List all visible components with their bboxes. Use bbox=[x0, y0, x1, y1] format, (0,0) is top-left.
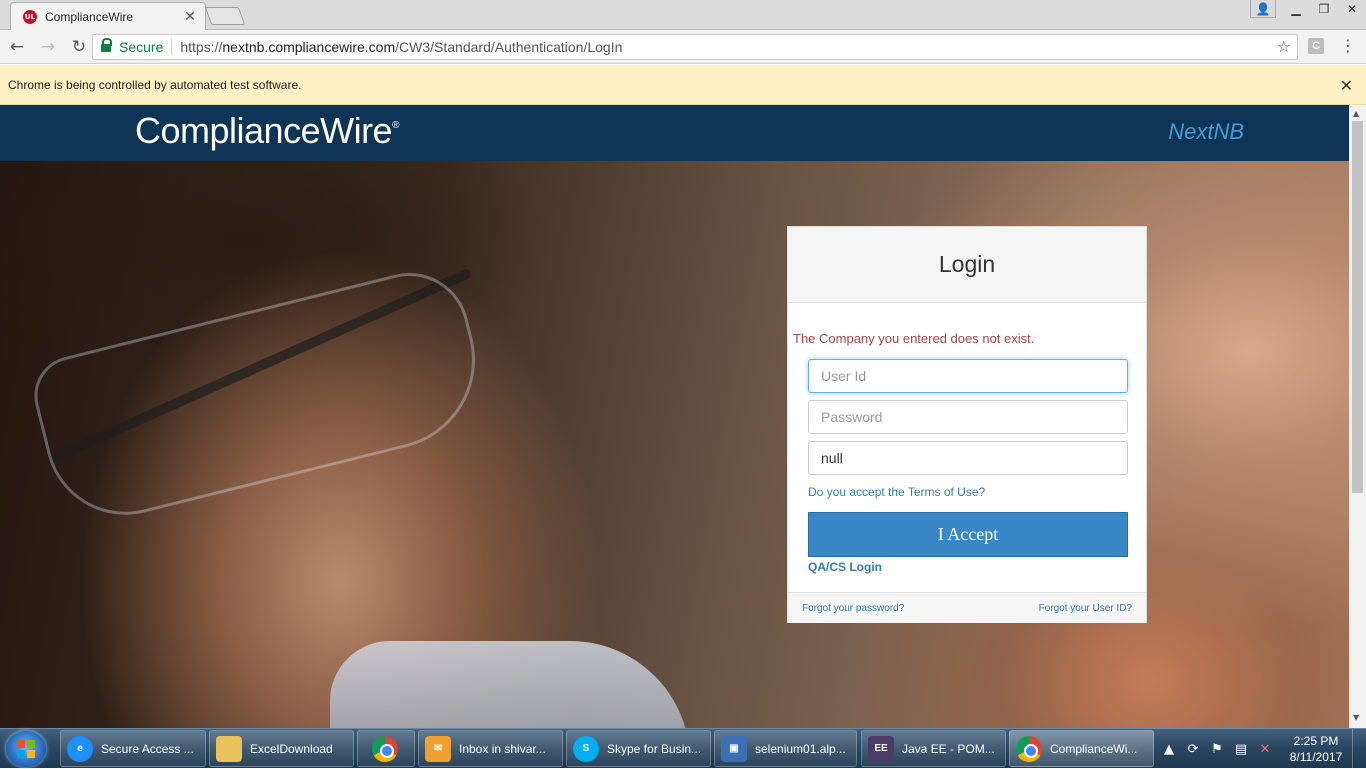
login-card-footer: Forgot your password? Forgot your User I… bbox=[788, 592, 1146, 623]
lock-icon bbox=[101, 37, 112, 53]
taskbar-clock[interactable]: 2:25 PM 8/11/2017 bbox=[1284, 733, 1348, 765]
taskbar-item-folder[interactable]: ExcelDownload bbox=[209, 730, 354, 767]
minimize-icon[interactable]: ▁ bbox=[1282, 0, 1310, 18]
forward-icon[interactable]: → bbox=[34, 33, 62, 61]
taskbar-item-label: Java EE - POM... bbox=[902, 741, 995, 756]
infobar-text: Chrome is being controlled by automated … bbox=[8, 77, 302, 92]
taskbar-item-ie[interactable]: e Secure Access ... bbox=[60, 730, 206, 767]
tab-title: ComplianceWire bbox=[45, 9, 134, 24]
show-hidden-icons-icon[interactable]: ▲ bbox=[1160, 742, 1178, 757]
infobar-close-icon[interactable]: ✕ bbox=[1340, 76, 1353, 95]
password-input[interactable] bbox=[808, 400, 1128, 434]
lab-shirt bbox=[330, 641, 690, 728]
safety-glasses bbox=[25, 260, 495, 532]
accept-button[interactable]: I Accept bbox=[808, 512, 1128, 557]
page-viewport: ComplianceWire® NextNB Login The Company… bbox=[0, 105, 1349, 728]
taskbar-item-label: ExcelDownload bbox=[250, 741, 333, 756]
taskbar-item-label: ComplianceWi... bbox=[1050, 741, 1138, 756]
window-controls: 👤 ▁ ❐ ✕ bbox=[1250, 0, 1366, 20]
login-card-header: Login bbox=[788, 227, 1146, 303]
volume-muted-icon[interactable]: ✕ bbox=[1256, 742, 1274, 757]
restore-icon[interactable]: ❐ bbox=[1310, 0, 1338, 18]
clock-time: 2:25 PM bbox=[1293, 734, 1339, 748]
bookmark-star-icon[interactable]: ☆ bbox=[1277, 37, 1291, 56]
scroll-up-icon[interactable]: ▲ bbox=[1353, 109, 1359, 118]
start-button[interactable] bbox=[6, 731, 46, 767]
qa-cs-login-link[interactable]: QA/CS Login bbox=[808, 560, 882, 574]
folder-icon bbox=[216, 735, 242, 762]
skype-icon: S bbox=[573, 735, 599, 762]
chrome-icon bbox=[1016, 735, 1042, 762]
taskbar-item-label: Skype for Busin... bbox=[607, 741, 702, 756]
profile-icon[interactable]: 👤 bbox=[1250, 0, 1276, 18]
scroll-down-icon[interactable]: ▼ bbox=[1353, 713, 1359, 722]
back-icon[interactable]: ← bbox=[3, 33, 31, 61]
url-divider bbox=[171, 39, 173, 55]
system-tray: ▲ ⟳ ⚑ ▤ ✕ bbox=[1160, 729, 1274, 769]
network-sync-icon[interactable]: ⟳ bbox=[1184, 742, 1202, 757]
taskbar-item-label: Inbox in shivar... bbox=[459, 741, 546, 756]
url-text: https://nextnb.compliancewire.com/CW3/St… bbox=[180, 39, 622, 55]
browser-tab[interactable]: UL ComplianceWire ✕ bbox=[10, 2, 206, 30]
forgot-user-id-link[interactable]: Forgot your User ID? bbox=[1039, 603, 1132, 614]
login-card: Login The Company you entered does not e… bbox=[787, 226, 1147, 623]
browser-menu-icon[interactable]: ⋮ bbox=[1340, 36, 1356, 55]
windows-logo-icon bbox=[17, 740, 35, 758]
secure-label: Secure bbox=[119, 39, 164, 55]
terms-of-use-link[interactable]: Do you accept the Terms of Use? bbox=[808, 485, 985, 499]
taskbar-item-skype[interactable]: S Skype for Busin... bbox=[566, 730, 711, 767]
site-header: ComplianceWire® NextNB bbox=[0, 105, 1349, 161]
url-scheme: https:// bbox=[180, 39, 223, 55]
browser-tab-strip: UL ComplianceWire ✕ 👤 ▁ ❐ ✕ bbox=[0, 0, 1366, 30]
taskbar-item-remote-desktop[interactable]: ▣ selenium01.alp... bbox=[714, 730, 857, 767]
taskbar-item-label: selenium01.alp... bbox=[755, 741, 846, 756]
taskbar-item-label: Secure Access ... bbox=[101, 741, 194, 756]
url-host: nextnb.compliancewire.com bbox=[222, 39, 396, 55]
environment-label: NextNB bbox=[1168, 119, 1244, 144]
scrollbar-thumb[interactable] bbox=[1352, 121, 1363, 493]
registered-mark: ® bbox=[392, 120, 399, 131]
url-path: /CW3/Standard/Authentication/LogIn bbox=[395, 39, 623, 55]
windows-taskbar: e Secure Access ... ExcelDownload ✉ Inbo… bbox=[0, 728, 1366, 769]
internet-explorer-icon: e bbox=[67, 735, 93, 762]
taskbar-item-compliancewire[interactable]: ComplianceWi... bbox=[1009, 730, 1154, 767]
error-message: The Company you entered does not exist. bbox=[793, 331, 1035, 346]
page-scrollbar[interactable]: ▲ ▼ bbox=[1349, 105, 1366, 728]
tab-close-icon[interactable]: ✕ bbox=[183, 9, 197, 25]
company-input[interactable] bbox=[808, 441, 1128, 475]
brand-name: ComplianceWire bbox=[135, 110, 393, 151]
user-id-input[interactable] bbox=[808, 359, 1128, 393]
network-icon[interactable]: ▤ bbox=[1232, 742, 1250, 757]
forgot-password-link[interactable]: Forgot your password? bbox=[802, 603, 904, 614]
taskbar-item-eclipse[interactable]: EE Java EE - POM... bbox=[861, 730, 1006, 767]
login-title: Login bbox=[938, 251, 996, 277]
browser-toolbar: ← → ↻ Secure https://nextnb.compliancewi… bbox=[0, 30, 1366, 64]
eclipse-java-ee-icon: EE bbox=[868, 735, 894, 762]
taskbar-item-outlook[interactable]: ✉ Inbox in shivar... bbox=[418, 730, 563, 767]
close-window-icon[interactable]: ✕ bbox=[1338, 0, 1366, 18]
extension-icon[interactable]: C bbox=[1308, 38, 1324, 54]
outlook-icon: ✉ bbox=[425, 735, 451, 762]
brand-logo[interactable]: ComplianceWire® bbox=[135, 110, 399, 152]
show-desktop-button[interactable] bbox=[1352, 729, 1366, 769]
new-tab-button[interactable] bbox=[204, 7, 246, 25]
action-center-flag-icon[interactable]: ⚑ bbox=[1208, 742, 1226, 757]
ul-favicon-icon: UL bbox=[23, 9, 37, 24]
automation-infobar: Chrome is being controlled by automated … bbox=[0, 65, 1366, 105]
taskbar-item-chrome[interactable] bbox=[357, 730, 415, 767]
remote-desktop-icon: ▣ bbox=[721, 735, 747, 762]
address-bar[interactable]: Secure https://nextnb.compliancewire.com… bbox=[92, 34, 1298, 60]
clock-date: 8/11/2017 bbox=[1289, 750, 1343, 764]
reload-icon[interactable]: ↻ bbox=[65, 33, 93, 61]
chrome-icon bbox=[372, 735, 398, 762]
